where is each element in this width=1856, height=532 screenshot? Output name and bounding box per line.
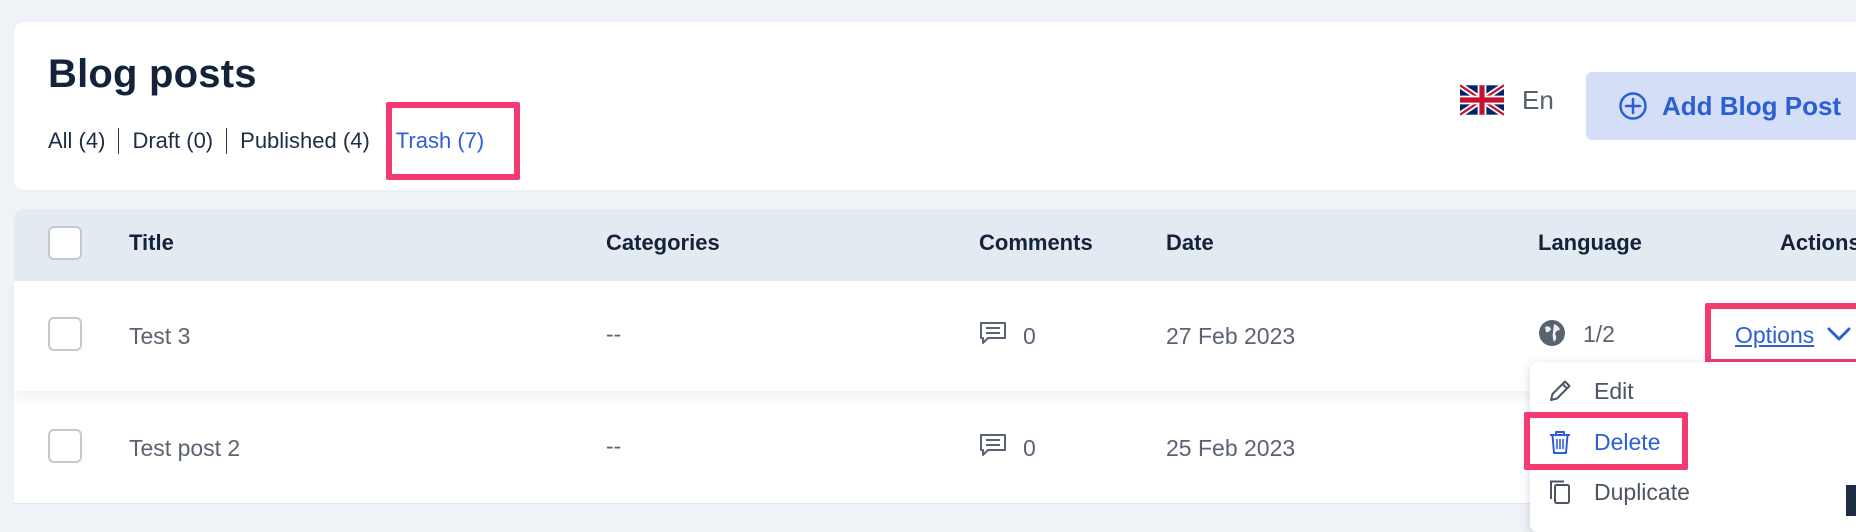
post-date: 25 Feb 2023 [1166, 435, 1296, 461]
comment-count: 0 [1023, 323, 1036, 349]
highlight-box-delete [1524, 412, 1688, 470]
globe-icon [1539, 320, 1565, 346]
filter-divider [118, 128, 120, 154]
menu-item-duplicate[interactable]: Duplicate [1546, 478, 1690, 506]
pencil-icon [1550, 380, 1571, 401]
column-date[interactable]: Date [1166, 230, 1214, 256]
filter-published[interactable]: Published (4) [240, 128, 370, 154]
add-blog-post-label: Add Blog Post [1662, 90, 1842, 121]
post-categories: -- [606, 433, 622, 459]
language-code: En [1522, 84, 1554, 115]
filter-all[interactable]: All (4) [48, 128, 105, 154]
post-title[interactable]: Test post 2 [129, 435, 240, 462]
duplicate-icon [1550, 480, 1570, 504]
uk-flag-icon [1460, 84, 1504, 116]
menu-item-edit[interactable]: Edit [1546, 377, 1634, 405]
language-count: 1/2 [1583, 321, 1615, 347]
filter-divider [226, 128, 228, 154]
row-checkbox[interactable] [48, 429, 82, 463]
comment-icon [980, 434, 1006, 456]
column-language[interactable]: Language [1538, 230, 1642, 256]
page-title: Blog posts [48, 52, 257, 96]
column-title[interactable]: Title [129, 230, 174, 256]
header-card [14, 22, 1856, 190]
highlight-box-options [1705, 303, 1856, 365]
scrollbar-thumb[interactable] [1846, 485, 1856, 516]
column-actions: Actions [1780, 230, 1856, 255]
add-blog-post-button[interactable]: Add Blog Post [1586, 72, 1856, 140]
row-checkbox[interactable] [48, 317, 82, 351]
plus-circle-icon [1619, 92, 1647, 120]
post-date: 27 Feb 2023 [1166, 323, 1296, 349]
column-comments[interactable]: Comments [979, 230, 1093, 256]
post-title[interactable]: Test 3 [129, 323, 190, 350]
post-categories: -- [606, 321, 622, 347]
language-switcher[interactable]: En [1460, 84, 1554, 116]
column-categories[interactable]: Categories [606, 230, 720, 256]
comment-count: 0 [1023, 435, 1036, 461]
filter-draft[interactable]: Draft (0) [132, 128, 213, 154]
select-all-checkbox[interactable] [48, 226, 82, 260]
comment-icon [980, 322, 1006, 344]
highlight-box-trash [386, 102, 520, 180]
menu-item-label: Edit [1594, 377, 1634, 404]
menu-item-label: Duplicate [1594, 478, 1690, 505]
